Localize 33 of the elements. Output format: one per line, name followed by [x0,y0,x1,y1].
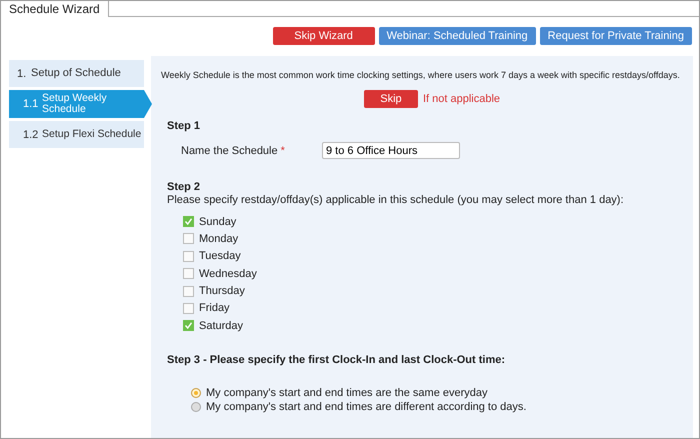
toolbar-button[interactable]: Request for Private Training [540,27,692,45]
checkbox-label: Thursday [199,285,245,298]
step-title: Step 3 - Please specify the first Clock-In and last Clock-Out time: [166,353,506,366]
intro-text: Weekly Schedule is the most common work time clocking settings, where users work 7 days a week with specific restdays/offdays. [161,70,680,80]
sidebar-item[interactable]: 1.2 Setup Flexi Schedule [9,121,144,148]
field-label: Name the Schedule * [181,144,286,156]
step-title: Step 1 [166,119,202,132]
toolbar-button[interactable]: Skip Wizard [272,27,375,45]
checkbox-label: Sunday [199,216,236,228]
radio-button[interactable] [191,402,201,412]
checkbox-label: Monday [199,232,238,245]
skip-button[interactable]: Skip [364,90,418,108]
checkbox[interactable] [183,286,194,297]
checkbox[interactable] [183,216,194,227]
sidebar-item[interactable]: 1. Setup of Schedule [9,60,144,87]
radio-label: My company's start and end times are the same everyday [206,386,488,399]
skip-note: If not applicable [422,93,500,105]
checkbox[interactable] [183,233,194,244]
checkbox[interactable] [183,320,194,332]
checkbox[interactable] [183,268,194,280]
checkbox[interactable] [183,302,194,314]
checkbox[interactable] [183,250,194,262]
name-field[interactable]: 9 to 6 Office Hours [322,142,460,159]
tab[interactable]: Schedule Wizard [1,1,109,17]
step-title: Step 2 [166,180,202,193]
radio-button[interactable] [191,388,201,398]
checkbox-label: Friday [199,302,230,314]
checkbox-label: Saturday [199,320,244,332]
checkbox-label: Wednesday [199,268,257,280]
toolbar-button[interactable]: Webinar: Scheduled Training [378,27,536,45]
step-description: Please specify restday/offday(s) applicable in this schedule (you may select more than 1 day): [166,194,625,206]
radio-label: My company's start and end times are different according to days. [206,400,526,413]
checkbox-label: Tuesday [199,250,241,262]
